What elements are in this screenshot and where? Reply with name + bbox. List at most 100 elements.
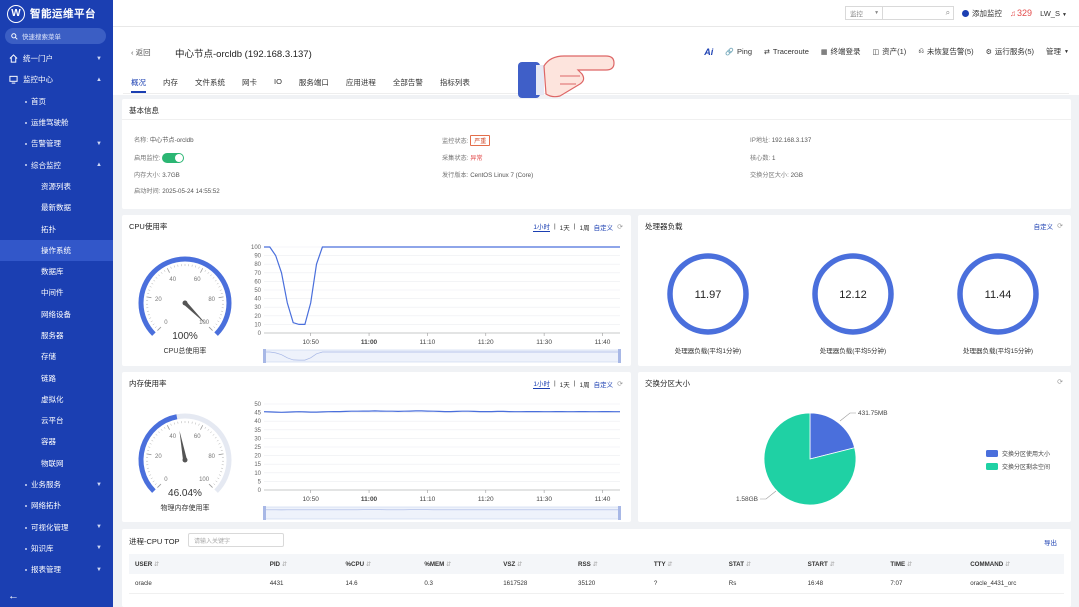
range-1w-tab[interactable]: 1周 <box>580 222 590 232</box>
tab-3[interactable]: 网卡 <box>242 77 269 92</box>
header-action-2[interactable]: ▦ 终端登录 <box>821 46 861 57</box>
refresh-icon[interactable]: ⟳ <box>617 223 623 231</box>
info-enable-label: 启用监控: <box>134 155 161 162</box>
sidebar-item-18[interactable]: 容器 <box>0 431 113 452</box>
range-1d-tab[interactable]: 1天 <box>560 379 570 389</box>
sidebar-item-19[interactable]: 物联网 <box>0 453 113 474</box>
ring-label: 处理器负载(平均15分钟) <box>962 348 1034 355</box>
custom-range-button[interactable]: 自定义 <box>594 222 614 232</box>
info-monitor-status: 监控状态: 严重 <box>442 135 491 146</box>
column-header-command[interactable]: COMMAND ⇵ <box>964 561 1064 568</box>
range-1h-tab[interactable]: 1小时 <box>533 378 550 389</box>
export-button[interactable]: 导出 <box>1044 537 1057 547</box>
sidebar-item-17[interactable]: 云平台 <box>0 410 113 431</box>
process-search-input[interactable]: 请输入关键字 <box>188 533 284 547</box>
enable-monitor-toggle[interactable] <box>162 153 185 164</box>
sidebar-item-24[interactable]: 报表管理 ▼ <box>0 559 113 580</box>
sidebar-item-10[interactable]: 数据库 <box>0 261 113 282</box>
back-button[interactable]: ‹ 返回 <box>131 47 151 58</box>
tab-6[interactable]: 应用进程 <box>346 77 388 92</box>
info-swap: 交换分区大小: 2GB <box>750 170 803 179</box>
sidebar-item-label: 最新数据 <box>41 203 71 213</box>
refresh-icon[interactable]: ⟳ <box>1057 378 1063 386</box>
zoom-handle-left[interactable] <box>263 506 266 520</box>
sidebar-item-3[interactable]: 运维驾驶舱 <box>0 112 113 133</box>
zoom-handle-left[interactable] <box>263 349 266 363</box>
app-logo[interactable]: W 智能运维平台 <box>0 0 113 27</box>
range-1h-tab[interactable]: 1小时 <box>533 221 550 232</box>
refresh-icon[interactable]: ⟳ <box>1057 222 1063 230</box>
process-table: USER ⇵ PID ⇵ %CPU ⇵ %MEM ⇵ VSZ ⇵ RSS ⇵ TTY ⇵ ST… <box>129 554 1064 594</box>
tab-7[interactable]: 全部告警 <box>393 77 435 92</box>
monitor-type-select[interactable]: 监控 ▼ <box>845 6 884 20</box>
column-header-start[interactable]: START ⇵ <box>802 561 885 568</box>
sidebar-item-13[interactable]: 服务器 <box>0 325 113 346</box>
column-header-pid[interactable]: PID ⇵ <box>264 561 340 568</box>
sidebar-item-16[interactable]: 虚拟化 <box>0 389 113 410</box>
alert-count: 329 <box>1017 8 1033 18</box>
sidebar-item-20[interactable]: 业务服务 ▼ <box>0 474 113 495</box>
tab-4[interactable]: IO <box>274 77 294 92</box>
header-action-3[interactable]: ◫ 资产(1) <box>873 46 907 57</box>
sidebar-item-5[interactable]: 综合监控 ▲ <box>0 154 113 175</box>
sidebar-item-label: 报表管理 <box>31 565 61 575</box>
add-monitor-button[interactable]: 添加监控 <box>962 8 1002 19</box>
gauge-tick <box>215 480 218 483</box>
zoom-handle-right[interactable] <box>618 349 621 363</box>
column-header-rss[interactable]: RSS ⇵ <box>572 561 648 568</box>
sidebar-item-2[interactable]: 首页 <box>0 91 113 112</box>
y-tick-label: 30 <box>254 436 261 442</box>
topbar-search-input[interactable]: ⌕ <box>882 6 955 20</box>
x-tick-label: 11:20 <box>478 496 494 503</box>
column-header-pct-cpu[interactable]: %CPU ⇵ <box>340 561 419 568</box>
column-header-user[interactable]: USER ⇵ <box>129 561 264 568</box>
custom-range-button[interactable]: 自定义 <box>594 379 614 389</box>
tab-2[interactable]: 文件系统 <box>195 77 237 92</box>
column-header-time[interactable]: TIME ⇵ <box>884 561 964 568</box>
sidebar-item-6[interactable]: 资源列表 <box>0 176 113 197</box>
tab-8[interactable]: 指标列表 <box>440 77 482 92</box>
collapse-sidebar-button[interactable]: ← <box>8 590 19 602</box>
alert-button[interactable]: ♫ 329 <box>1010 8 1032 18</box>
refresh-icon[interactable]: ⟳ <box>617 380 623 388</box>
ai-button[interactable]: Ai <box>704 47 713 57</box>
column-header-vsz[interactable]: VSZ ⇵ <box>497 561 572 568</box>
header-action-6[interactable]: 管理 ▼ <box>1046 46 1069 57</box>
header-action-4[interactable]: ⎌ 未恢复告警(5) <box>918 46 973 57</box>
sidebar-item-1[interactable]: 监控中心 ▲ <box>0 69 113 90</box>
chevron-icon: ▼ <box>96 566 102 573</box>
swap-pie-chart: 431.75MB 1.58GB 交换分区使用大小交换分区剩余空间 <box>736 410 1050 506</box>
range-1d-tab[interactable]: 1天 <box>560 222 570 232</box>
sidebar-item-8[interactable]: 拓扑 <box>0 218 113 239</box>
column-header-pct-mem[interactable]: %MEM ⇵ <box>418 561 497 568</box>
column-header-tty[interactable]: TTY ⇵ <box>648 561 723 568</box>
header-action-1[interactable]: ⇄ Traceroute <box>764 47 809 56</box>
terminal-icon: ▦ <box>820 48 828 56</box>
sidebar-item-15[interactable]: 链路 <box>0 367 113 388</box>
header-action-5[interactable]: ⚙ 运行服务(5) <box>986 46 1034 57</box>
sidebar-item-9[interactable]: 操作系统 <box>0 239 113 261</box>
sidebar-item-11[interactable]: 中间件 <box>0 282 113 303</box>
page-title: 中心节点-orcldb (192.168.3.137) <box>175 49 312 60</box>
sidebar-item-7[interactable]: 最新数据 <box>0 197 113 218</box>
sidebar-item-14[interactable]: 存储 <box>0 346 113 367</box>
zoom-slider[interactable] <box>263 506 621 520</box>
load-custom-button[interactable]: 自定义 <box>1034 221 1054 231</box>
sidebar-item-0[interactable]: 统一门户 ▼ <box>0 48 113 69</box>
tab-0[interactable]: 概况 <box>131 77 158 93</box>
sidebar-item-22[interactable]: 可视化管理 ▼ <box>0 517 113 538</box>
tab-5[interactable]: 服务端口 <box>299 77 341 92</box>
sidebar-item-4[interactable]: 告警管理 ▼ <box>0 133 113 154</box>
tab-1[interactable]: 内存 <box>163 77 190 92</box>
menu-search-input[interactable]: 快速搜索菜单 <box>5 28 106 44</box>
range-1w-tab[interactable]: 1周 <box>580 379 590 389</box>
sidebar-item-12[interactable]: 网络设备 <box>0 304 113 325</box>
header-action-0[interactable]: 🔗 Ping <box>725 47 752 56</box>
zoom-handle-right[interactable] <box>618 506 621 520</box>
sidebar-item-21[interactable]: 网络拓扑 <box>0 495 113 516</box>
column-header-stat[interactable]: STAT ⇵ <box>723 561 802 568</box>
swap-size-card: 交换分区大小 ⟳ 431.75MB 1.58GB 交换分区使用大小 交换分区剩余空间 <box>638 372 1071 522</box>
monitor-type-value: 监控 <box>850 11 864 18</box>
sidebar-item-23[interactable]: 知识库 ▼ <box>0 538 113 559</box>
user-menu[interactable]: LW_S ▼ <box>1040 9 1067 18</box>
